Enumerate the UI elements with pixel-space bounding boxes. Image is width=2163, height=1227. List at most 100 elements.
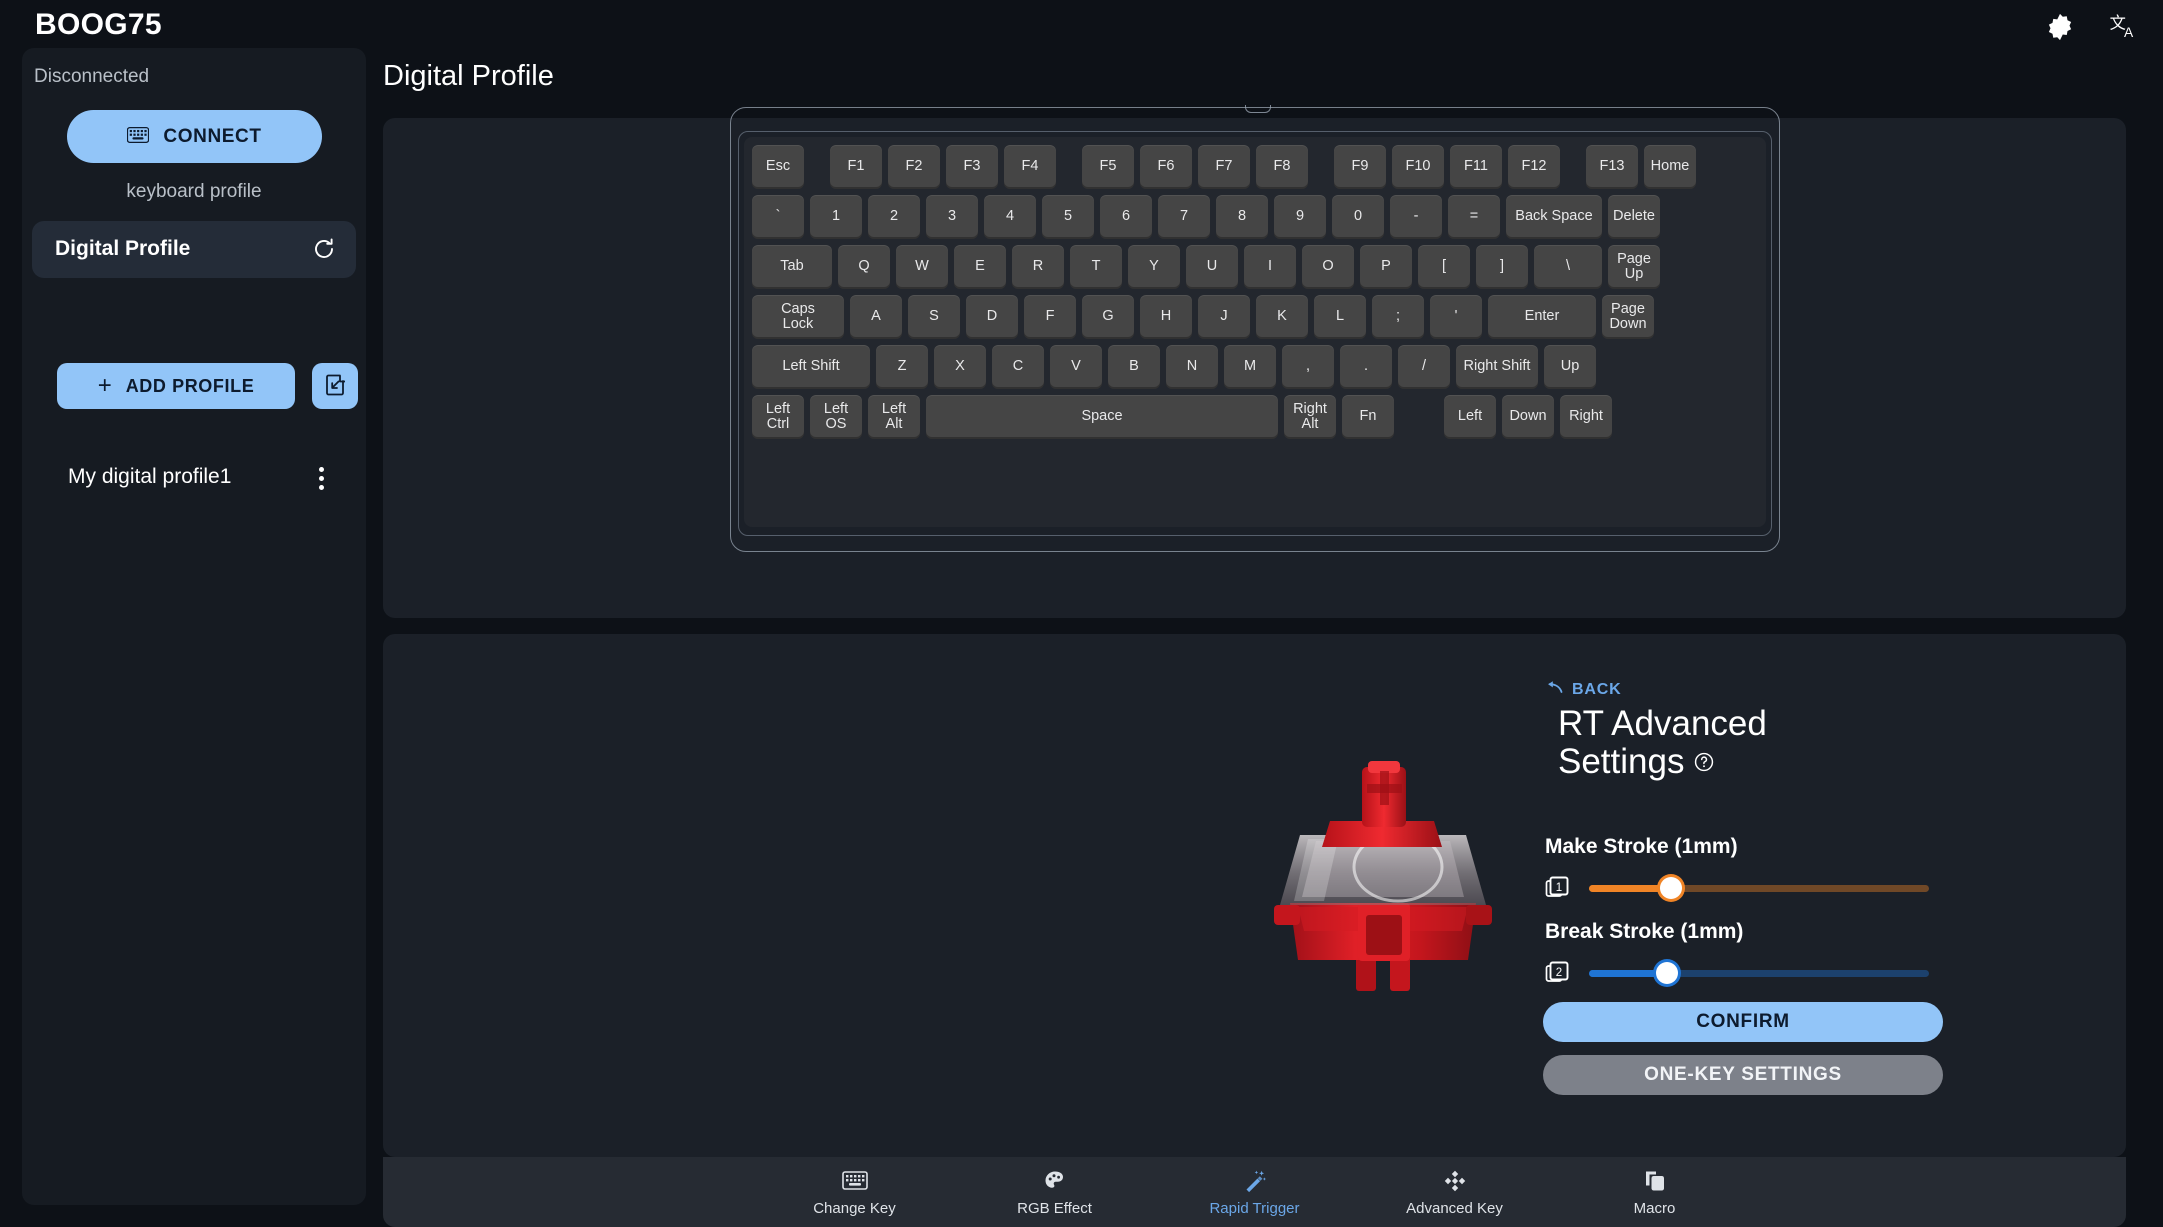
key-f3[interactable]: F3 [946, 145, 998, 189]
key-r[interactable]: R [1012, 245, 1064, 289]
key-5[interactable]: 5 [1042, 195, 1094, 239]
key-left-ctrl[interactable]: Left Ctrl [752, 395, 804, 439]
key-back-space[interactable]: Back Space [1506, 195, 1602, 239]
key-enter[interactable]: Enter [1488, 295, 1596, 339]
nav-item-macro[interactable]: Macro [1555, 1168, 1755, 1217]
key-b[interactable]: B [1108, 345, 1160, 389]
key-1[interactable]: 1 [810, 195, 862, 239]
key-f9[interactable]: F9 [1334, 145, 1386, 189]
break-stroke-slider-thumb[interactable] [1656, 962, 1679, 984]
key-z[interactable]: Z [876, 345, 928, 389]
list-item[interactable]: My digital profile1 [32, 453, 356, 503]
key-w[interactable]: W [896, 245, 948, 289]
key-[[interactable]: [ [1418, 245, 1470, 289]
import-profile-button[interactable] [312, 363, 358, 409]
key-space[interactable]: Space [926, 395, 1278, 439]
key-3[interactable]: 3 [926, 195, 978, 239]
profile-menu-icon[interactable] [308, 463, 334, 493]
key-s[interactable]: S [908, 295, 960, 339]
key-f11[interactable]: F11 [1450, 145, 1502, 189]
key-f5[interactable]: F5 [1082, 145, 1134, 189]
refresh-icon[interactable] [312, 237, 336, 261]
key-f13[interactable]: F13 [1586, 145, 1638, 189]
key-f7[interactable]: F7 [1198, 145, 1250, 189]
key-delete[interactable]: Delete [1608, 195, 1660, 239]
key-left[interactable]: Left [1444, 395, 1496, 439]
key-caps-lock[interactable]: Caps Lock [752, 295, 844, 339]
key-up[interactable]: Up [1544, 345, 1596, 389]
make-stroke-slider[interactable] [1589, 877, 1929, 899]
key-page-up[interactable]: Page Up [1608, 245, 1660, 289]
key-;[interactable]: ; [1372, 295, 1424, 339]
key-7[interactable]: 7 [1158, 195, 1210, 239]
nav-item-advanced-key[interactable]: Advanced Key [1355, 1168, 1555, 1217]
add-profile-button[interactable]: + ADD PROFILE [57, 363, 295, 409]
key-left-alt[interactable]: Left Alt [868, 395, 920, 439]
key-c[interactable]: C [992, 345, 1044, 389]
key-v[interactable]: V [1050, 345, 1102, 389]
make-stroke-slider-thumb[interactable] [1659, 877, 1682, 899]
key-left-os[interactable]: Left OS [810, 395, 862, 439]
key-f1[interactable]: F1 [830, 145, 882, 189]
key-right[interactable]: Right [1560, 395, 1612, 439]
key-g[interactable]: G [1082, 295, 1134, 339]
key-page-down[interactable]: Page Down [1602, 295, 1654, 339]
key-=[interactable]: = [1448, 195, 1500, 239]
key-f2[interactable]: F2 [888, 145, 940, 189]
key-e[interactable]: E [954, 245, 1006, 289]
key-x[interactable]: X [934, 345, 986, 389]
key-home[interactable]: Home [1644, 145, 1696, 189]
nav-item-change-key[interactable]: Change Key [755, 1168, 955, 1217]
key-f4[interactable]: F4 [1004, 145, 1056, 189]
selected-profile-item[interactable]: Digital Profile [32, 221, 356, 278]
confirm-button[interactable]: CONFIRM [1543, 1002, 1943, 1042]
key-\[interactable]: \ [1534, 245, 1602, 289]
key-f10[interactable]: F10 [1392, 145, 1444, 189]
connect-button[interactable]: CONNECT [67, 110, 322, 163]
back-button[interactable]: BACK [1543, 680, 1621, 699]
key-down[interactable]: Down [1502, 395, 1554, 439]
key-f12[interactable]: F12 [1508, 145, 1560, 189]
key-`[interactable]: ` [752, 195, 804, 239]
key-left-shift[interactable]: Left Shift [752, 345, 870, 389]
break-stroke-slider[interactable] [1589, 962, 1929, 984]
key-tab[interactable]: Tab [752, 245, 832, 289]
key-9[interactable]: 9 [1274, 195, 1326, 239]
key-fn[interactable]: Fn [1342, 395, 1394, 439]
key-0[interactable]: 0 [1332, 195, 1384, 239]
key-right-shift[interactable]: Right Shift [1456, 345, 1538, 389]
key-f6[interactable]: F6 [1140, 145, 1192, 189]
key-8[interactable]: 8 [1216, 195, 1268, 239]
key-/[interactable]: / [1398, 345, 1450, 389]
key-2[interactable]: 2 [868, 195, 920, 239]
key-,[interactable]: , [1282, 345, 1334, 389]
key-f8[interactable]: F8 [1256, 145, 1308, 189]
key-right-alt[interactable]: Right Alt [1284, 395, 1336, 439]
help-circle-icon[interactable] [1693, 743, 1715, 781]
key-4[interactable]: 4 [984, 195, 1036, 239]
key-p[interactable]: P [1360, 245, 1412, 289]
key-.[interactable]: . [1340, 345, 1392, 389]
key-][interactable]: ] [1476, 245, 1528, 289]
key--[interactable]: - [1390, 195, 1442, 239]
key-h[interactable]: H [1140, 295, 1192, 339]
key-k[interactable]: K [1256, 295, 1308, 339]
key-6[interactable]: 6 [1100, 195, 1152, 239]
key-y[interactable]: Y [1128, 245, 1180, 289]
key-t[interactable]: T [1070, 245, 1122, 289]
key-o[interactable]: O [1302, 245, 1354, 289]
key-l[interactable]: L [1314, 295, 1366, 339]
key-'[interactable]: ' [1430, 295, 1482, 339]
key-a[interactable]: A [850, 295, 902, 339]
key-esc[interactable]: Esc [752, 145, 804, 189]
key-u[interactable]: U [1186, 245, 1238, 289]
one-key-settings-button[interactable]: ONE-KEY SETTINGS [1543, 1055, 1943, 1095]
key-m[interactable]: M [1224, 345, 1276, 389]
nav-item-rapid-trigger[interactable]: Rapid Trigger [1155, 1168, 1355, 1217]
key-n[interactable]: N [1166, 345, 1218, 389]
key-j[interactable]: J [1198, 295, 1250, 339]
nav-item-rgb-effect[interactable]: RGB Effect [955, 1168, 1155, 1217]
key-d[interactable]: D [966, 295, 1018, 339]
key-f[interactable]: F [1024, 295, 1076, 339]
key-i[interactable]: I [1244, 245, 1296, 289]
